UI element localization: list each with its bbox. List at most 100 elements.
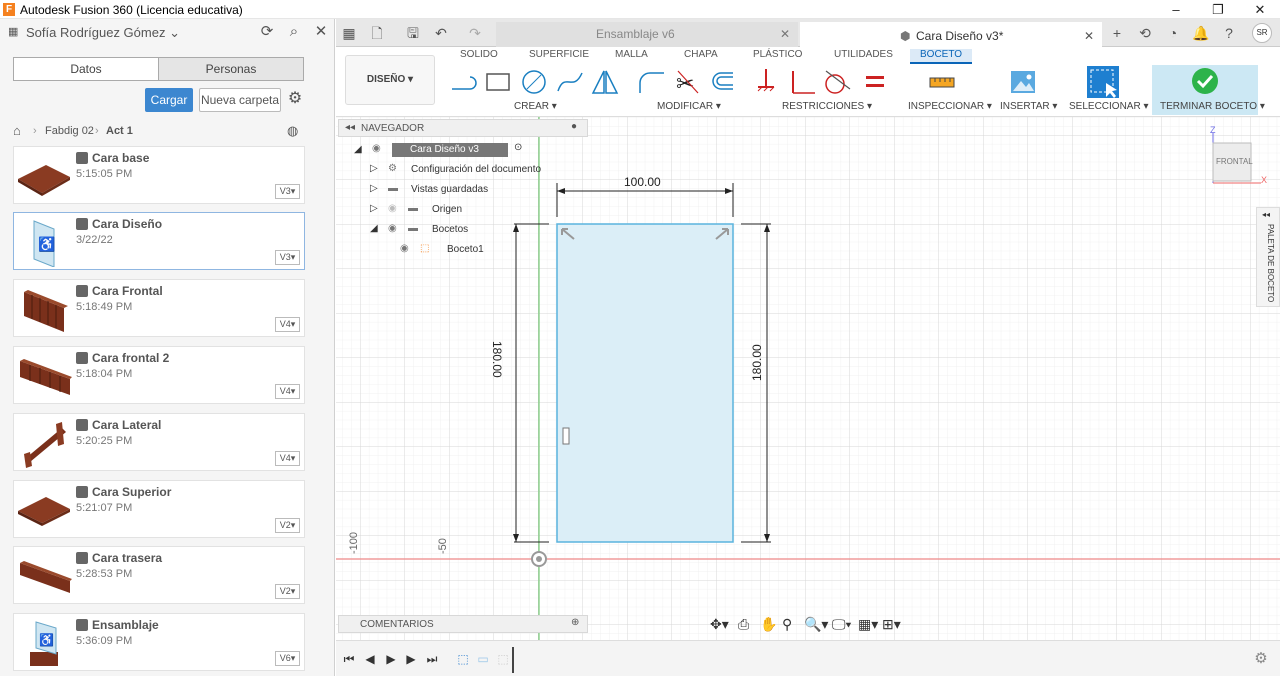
close-tab-icon[interactable]: ✕ xyxy=(1084,24,1094,49)
tab-solido[interactable]: SOLIDO xyxy=(460,49,498,60)
user-name-dropdown[interactable]: Sofía Rodríguez Gómez ⌄ xyxy=(26,25,180,41)
file-card[interactable]: Cara Frontal 5:18:49 PM V4▾ xyxy=(13,279,305,337)
timeline-feature-icon[interactable]: ⬚ xyxy=(496,652,510,666)
group-restricciones[interactable]: RESTRICCIONES ▾ xyxy=(782,101,872,112)
version-badge[interactable]: V4▾ xyxy=(275,451,300,466)
breadcrumb-item-folder[interactable]: Act 1 xyxy=(106,125,133,137)
file-card[interactable]: Cara Lateral 5:20:25 PM V4▾ xyxy=(13,413,305,471)
file-card[interactable]: Cara frontal 2 5:18:04 PM V4▾ xyxy=(13,346,305,404)
pan-hand-icon[interactable]: ✋ xyxy=(760,616,777,633)
group-crear[interactable]: CREAR ▾ xyxy=(514,101,557,112)
version-badge[interactable]: V2▾ xyxy=(275,584,300,599)
rectangle-tool-icon[interactable] xyxy=(483,67,513,97)
go-to-start-icon[interactable]: ⏮ xyxy=(342,652,356,666)
apps-grid-icon[interactable]: ▦ xyxy=(8,26,20,38)
tab-utilidades[interactable]: UTILIDADES xyxy=(834,49,893,60)
expand-icon[interactable]: ◂◂ xyxy=(1262,210,1270,219)
tab-chapa[interactable]: CHAPA xyxy=(684,49,718,60)
spline-tool-icon[interactable] xyxy=(555,67,585,97)
finish-sketch-button[interactable]: TERMINAR BOCETO ▾ xyxy=(1160,101,1265,112)
tree-item[interactable]: ▷ ◉ ▬ Origen xyxy=(370,203,590,221)
tab-superficie[interactable]: SUPERFICIE xyxy=(529,49,589,60)
avatar[interactable]: SR xyxy=(1252,23,1272,43)
viewports-icon[interactable]: ⊞▾ xyxy=(882,616,901,633)
version-badge[interactable]: V4▾ xyxy=(275,317,300,332)
dimension-height-right[interactable]: 180.00 xyxy=(750,344,764,381)
comments-panel[interactable]: COMENTARIOS ⊕ xyxy=(338,615,588,633)
timeline-marker[interactable] xyxy=(512,647,514,673)
expand-arrow-icon[interactable]: ◢ xyxy=(354,144,362,155)
measure-tool-icon[interactable] xyxy=(927,67,957,97)
apps-grid-icon[interactable]: ▦ xyxy=(340,24,358,42)
grid-settings-icon[interactable]: ▦▾ xyxy=(858,616,878,633)
refresh-icon[interactable]: ⟳ xyxy=(258,23,276,41)
perpendicular-constraint-icon[interactable] xyxy=(787,67,817,97)
expand-arrow-icon[interactable]: ▷ xyxy=(370,163,378,174)
trim-scissors-icon[interactable]: ✂ xyxy=(672,67,702,97)
fillet-tool-icon[interactable] xyxy=(636,67,666,97)
equal-constraint-icon[interactable] xyxy=(860,67,890,97)
home-icon[interactable]: ⌂ xyxy=(13,123,21,138)
eye-icon[interactable]: ◉ xyxy=(400,243,409,254)
expand-arrow-icon[interactable]: ▷ xyxy=(370,183,378,194)
version-badge[interactable]: V4▾ xyxy=(275,384,300,399)
collapse-icon[interactable]: ◂◂ xyxy=(345,122,355,133)
save-icon[interactable]: 🖫 xyxy=(404,24,422,42)
fix-constraint-icon[interactable] xyxy=(752,67,782,97)
expand-arrow-icon[interactable]: ▷ xyxy=(370,203,378,214)
dimension-height-left[interactable]: 180.00 xyxy=(490,341,504,378)
group-seleccionar[interactable]: SELECCIONAR ▾ xyxy=(1069,101,1149,112)
sketch-palette[interactable]: ◂◂ PALETA DE BOCETO xyxy=(1256,207,1280,307)
viewcube[interactable]: Z X FRONTAL xyxy=(1205,125,1275,190)
go-to-end-icon[interactable]: ⏭ xyxy=(425,652,439,666)
look-at-icon[interactable]: ⎙ xyxy=(738,616,749,633)
tree-item[interactable]: ▷ ⚙ Configuración del documento xyxy=(370,163,590,181)
tab-personas[interactable]: Personas xyxy=(159,58,303,80)
dimension-width[interactable]: 100.00 xyxy=(624,175,661,189)
timeline-feature-icon[interactable]: ▭ xyxy=(476,652,490,666)
circle-tool-icon[interactable] xyxy=(519,67,549,97)
extensions-icon[interactable]: ⟲ xyxy=(1136,24,1154,42)
minimize-button[interactable]: – xyxy=(1156,1,1196,18)
job-status-icon[interactable]: ◔ xyxy=(1164,24,1182,42)
version-badge[interactable]: V3▾ xyxy=(275,184,300,199)
file-card[interactable]: Cara trasera 5:28:53 PM V2▾ xyxy=(13,546,305,604)
zoom-icon[interactable]: ⚲ xyxy=(782,616,792,633)
maximize-button[interactable]: ❐ xyxy=(1198,1,1238,18)
tab-datos[interactable]: Datos xyxy=(14,58,159,80)
display-settings-icon[interactable]: 🖵▾ xyxy=(832,616,851,633)
close-panel-icon[interactable]: ✕ xyxy=(312,23,330,41)
file-card[interactable]: Cara Superior 5:21:07 PM V2▾ xyxy=(13,480,305,538)
breadcrumb-item-project[interactable]: Fabdig 02 xyxy=(45,125,94,137)
tab-ensamblaje[interactable]: Ensamblaje v6 ✕ xyxy=(496,22,798,47)
pin-icon[interactable]: ● xyxy=(571,121,577,132)
tab-malla[interactable]: MALLA xyxy=(615,49,648,60)
expand-arrow-icon[interactable]: ◢ xyxy=(370,223,378,234)
group-insertar[interactable]: INSERTAR ▾ xyxy=(1000,101,1057,112)
step-forward-icon[interactable]: ▶ xyxy=(404,652,418,666)
timeline-sketch-icon[interactable]: ⬚ xyxy=(456,652,470,666)
gear-icon[interactable]: ⚙ xyxy=(286,90,304,108)
globe-settings-icon[interactable]: ◍ xyxy=(287,123,298,139)
version-badge[interactable]: V3▾ xyxy=(275,250,300,265)
eye-icon[interactable]: ◉ xyxy=(372,143,381,154)
workspace-switcher-button[interactable]: DISEÑO ▾ xyxy=(345,55,435,105)
add-comment-icon[interactable]: ⊕ xyxy=(571,617,579,628)
upload-button[interactable]: Cargar xyxy=(145,88,193,112)
activate-icon[interactable]: ⊙ xyxy=(514,142,522,153)
file-card[interactable]: ♿ Ensamblaje 5:36:09 PM V6▾ xyxy=(13,613,305,671)
viewcube-face[interactable]: FRONTAL xyxy=(1216,157,1253,166)
file-card[interactable]: Cara base 5:15:05 PM V3▾ xyxy=(13,146,305,204)
offset-tool-icon[interactable] xyxy=(707,67,737,97)
version-badge[interactable]: V2▾ xyxy=(275,518,300,533)
orbit-icon[interactable]: ✥▾ xyxy=(710,616,729,633)
play-icon[interactable]: ▶ xyxy=(384,652,398,666)
redo-icon[interactable]: ↷ xyxy=(466,24,484,42)
tree-item[interactable]: ▷ ▬ Vistas guardadas xyxy=(370,183,590,201)
new-folder-button[interactable]: Nueva carpeta xyxy=(199,88,281,112)
tab-boceto[interactable]: BOCETO xyxy=(910,49,973,64)
file-card[interactable]: ♿ Cara Diseño 3/22/22 V3▾ xyxy=(13,212,305,270)
eye-hidden-icon[interactable]: ◉ xyxy=(388,203,397,214)
help-icon[interactable]: ? xyxy=(1220,24,1238,42)
version-badge[interactable]: V6▾ xyxy=(275,651,300,666)
